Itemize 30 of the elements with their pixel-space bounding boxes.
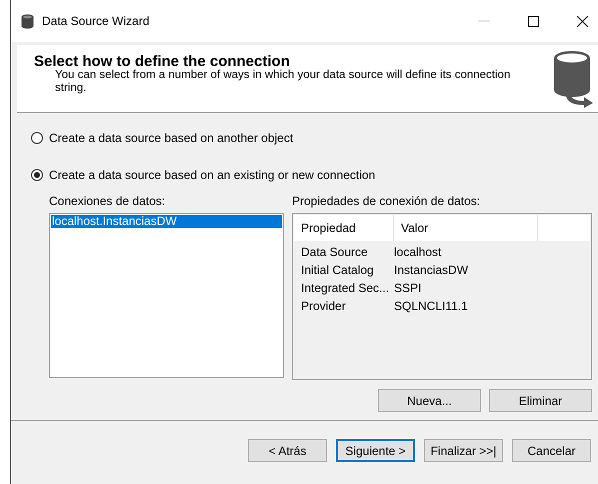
wizard-button[interactable]: < Atrás — [248, 439, 327, 462]
connections-list[interactable]: localhost.InstanciasDW — [49, 213, 284, 378]
table-cell: SSPI — [394, 281, 422, 295]
close-icon[interactable] — [577, 16, 588, 26]
radio-button[interactable] — [31, 132, 43, 144]
window-title: Data Source Wizard — [42, 14, 150, 28]
radio-option[interactable]: Create a data source based on another object — [31, 129, 592, 147]
page-heading: Select how to define the connection — [34, 54, 290, 69]
table-cell-text: Provider — [300, 299, 347, 313]
wizard-button[interactable]: Siguiente > — [336, 439, 415, 462]
table-cell: SQLNCLI11.1 — [394, 299, 468, 313]
page-description: You can select from a number of ways in which your data source will define its connection string. — [54, 69, 512, 95]
table-cell-text: Initial Catalog — [300, 263, 375, 277]
table-cell-text: Integrated Sec... — [300, 281, 390, 295]
column-header[interactable]: Propiedad — [294, 215, 394, 241]
radio-option[interactable]: Create a data source based on an existing or new connection — [31, 166, 592, 184]
column-header[interactable]: Valor — [394, 215, 538, 241]
maximize-icon[interactable] — [528, 16, 539, 26]
connections-label: Conexiones de datos: — [49, 194, 166, 210]
table-cell: InstanciasDW — [394, 263, 468, 277]
table-cell-text: Data Source — [300, 245, 369, 259]
radio-button[interactable] — [31, 169, 43, 181]
wizard-button[interactable]: Finalizar >>| — [424, 439, 503, 462]
wizard-button[interactable]: Cancelar — [512, 439, 591, 462]
new-button[interactable]: Nueva... — [378, 389, 481, 412]
properties-label: Propiedades de conexión de datos: — [292, 194, 482, 210]
database-icon — [21, 14, 34, 28]
connection-item[interactable]: localhost.InstanciasDW — [51, 215, 282, 228]
delete-button[interactable]: Eliminar — [489, 389, 592, 412]
table-cell: localhost — [394, 245, 442, 259]
